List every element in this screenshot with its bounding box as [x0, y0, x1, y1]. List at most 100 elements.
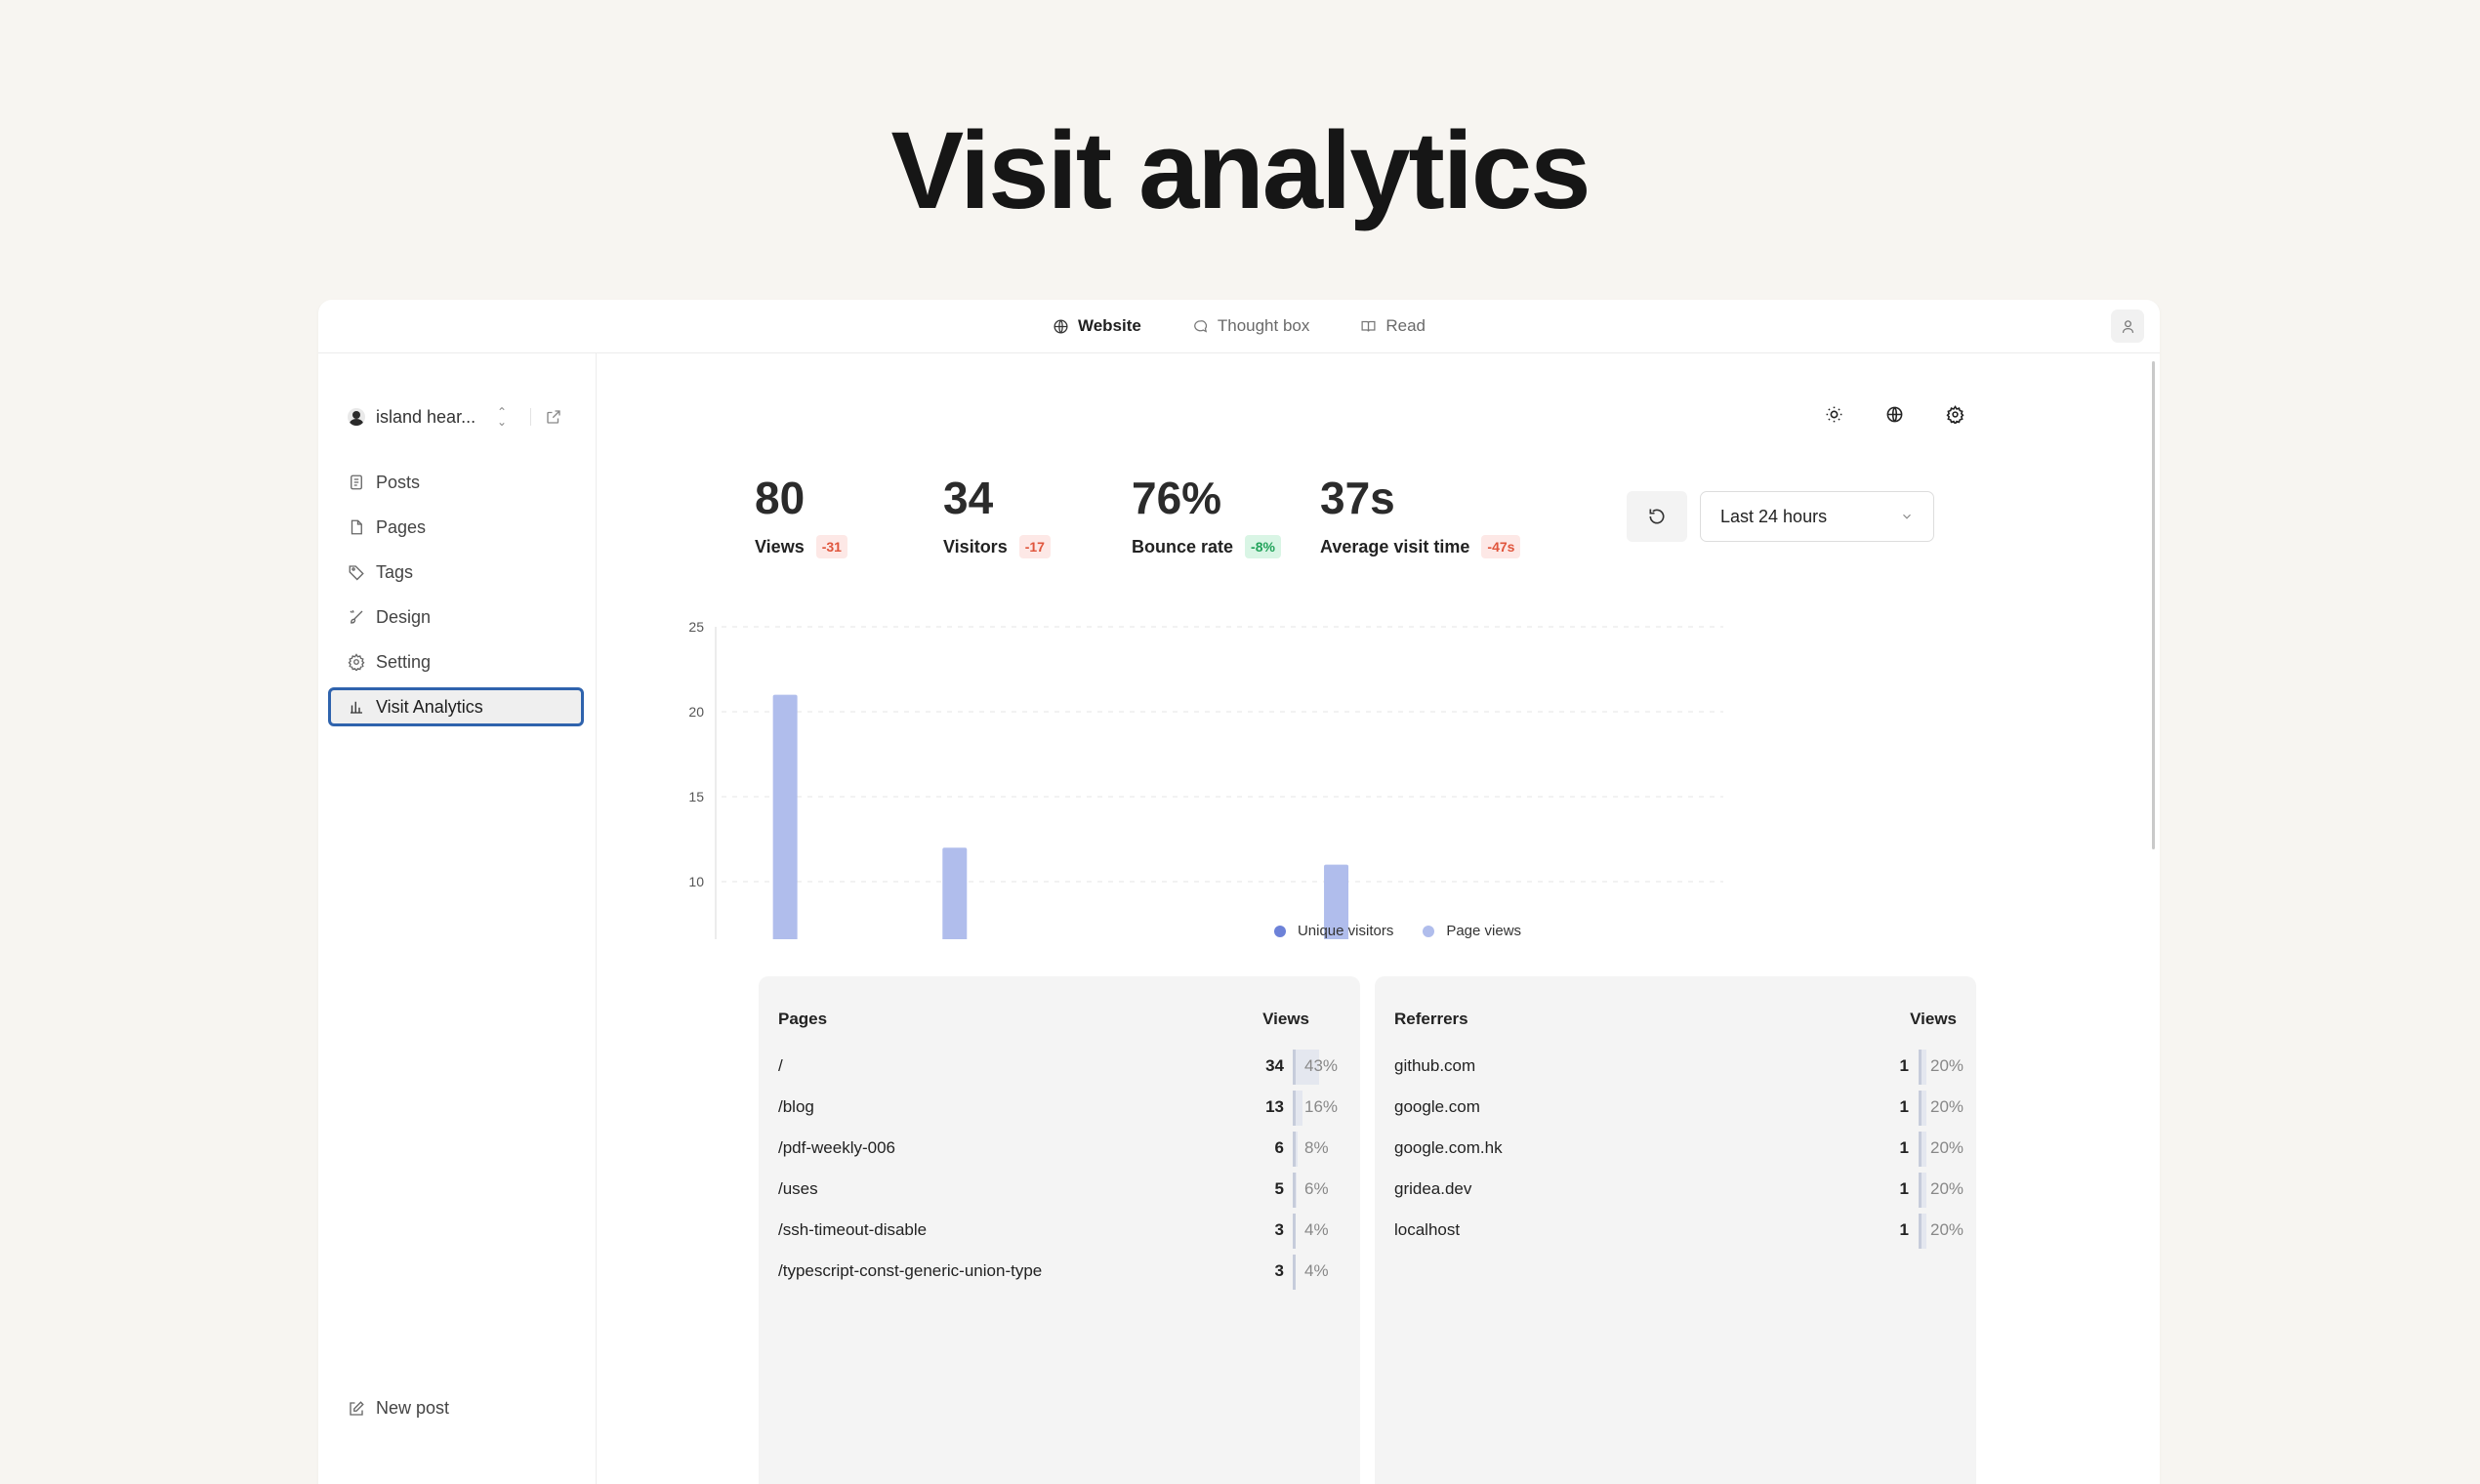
site-switcher[interactable]: island hear... ⌃ ⌄	[348, 402, 592, 432]
sidebar-item-label: Design	[376, 606, 432, 627]
row-count: 6	[1274, 1138, 1284, 1157]
panel-title: Referrers	[1394, 1010, 1468, 1028]
user-menu-button[interactable]	[2111, 309, 2144, 343]
app-window: Website Thought box Read island hear... …	[318, 300, 2160, 1484]
sidebar-item-tags[interactable]: Tags	[328, 553, 584, 592]
row-share-bar	[1293, 1173, 1297, 1208]
globe-icon	[1054, 318, 1068, 334]
row-share-bar	[1919, 1214, 1926, 1249]
book-icon	[1361, 320, 1376, 332]
sidebar-item-pages[interactable]: Pages	[328, 508, 584, 547]
row-percent: 20%	[1930, 1179, 1964, 1198]
external-link-icon[interactable]	[545, 408, 562, 426]
row-count: 1	[1899, 1220, 1909, 1239]
row-label: github.com	[1394, 1056, 1476, 1075]
y-tick-label: 25	[688, 619, 704, 635]
sidebar-menu: Posts Pages Tags Design Setting Visit An…	[328, 463, 584, 732]
sidebar-item-label: Pages	[376, 516, 427, 537]
row-count: 1	[1899, 1056, 1909, 1075]
row-percent: 20%	[1930, 1138, 1964, 1157]
row-label: /	[778, 1056, 783, 1075]
sidebar-item-posts[interactable]: Posts	[328, 463, 584, 502]
new-post-button[interactable]: New post	[348, 1398, 449, 1419]
row-share-bar	[1293, 1255, 1296, 1290]
row-label: /pdf-weekly-006	[778, 1138, 896, 1157]
row-label: google.com.hk	[1394, 1138, 1503, 1157]
panel-title: Pages	[778, 1010, 828, 1028]
tab-thought-box[interactable]: Thought box	[1192, 316, 1310, 336]
panel-views-label: Views	[1262, 1010, 1309, 1028]
divider	[530, 408, 532, 426]
bar-chart-icon	[351, 701, 362, 714]
row-percent: 4%	[1304, 1220, 1329, 1239]
tag-icon	[349, 565, 364, 581]
row-label: /typescript-const-generic-union-type	[778, 1261, 1043, 1280]
row-share-bar	[1919, 1091, 1926, 1126]
row-share-bar	[1919, 1050, 1926, 1085]
sidebar-item-label: Tags	[376, 561, 414, 582]
sidebar-item-label: Visit Analytics	[376, 696, 483, 717]
row-count: 13	[1265, 1097, 1284, 1116]
row-label: /ssh-timeout-disable	[778, 1220, 928, 1239]
tab-label: Website	[1077, 316, 1141, 335]
tab-website[interactable]: Website	[1053, 316, 1141, 336]
main-content: 80 Views -31 34 Visitors -17 76% Bounce ra…	[597, 353, 2160, 1484]
top-navigation: Website Thought box Read	[318, 300, 2160, 352]
bar-page-views	[772, 694, 798, 1051]
panel-header: Pages Views	[778, 1010, 1309, 1029]
row-percent: 6%	[1304, 1179, 1329, 1198]
edit-icon	[350, 1400, 364, 1416]
sidebar-item-design[interactable]: Design	[328, 598, 584, 637]
bubble-icon	[1193, 319, 1207, 333]
pages-panel: Pages Views / 34 43% /blog 13 16% /pdf-weekly-…	[759, 976, 1360, 1484]
y-tick-label: 20	[688, 704, 704, 720]
row-label: localhost	[1394, 1220, 1461, 1239]
row-percent: 20%	[1930, 1220, 1964, 1239]
row-share-bar	[1293, 1214, 1296, 1249]
chevron-up-down-icon: ⌃ ⌄	[497, 405, 508, 429]
legend-item-views[interactable]: Page views	[1423, 923, 1521, 939]
tab-label: Read	[1385, 316, 1426, 335]
legend-item-unique[interactable]: Unique visitors	[1273, 923, 1394, 939]
site-name: island hear...	[376, 406, 476, 427]
avatar	[348, 408, 365, 426]
referrers-panel: Referrers Views github.com 1 20% google.com…	[1375, 976, 1976, 1484]
document-icon	[351, 474, 362, 490]
row-count: 1	[1899, 1097, 1909, 1116]
sidebar-item-label: Setting	[376, 651, 432, 672]
sidebar: island hear... ⌃ ⌄ Posts Pages Tags Desig…	[318, 353, 597, 1484]
row-percent: 16%	[1304, 1097, 1339, 1116]
panel-views-label: Views	[1910, 1010, 1957, 1028]
sidebar-item-visit-analytics[interactable]: Visit Analytics	[328, 687, 584, 726]
top-bar: Website Thought box Read	[318, 300, 2160, 353]
settings-icon	[348, 653, 365, 671]
row-count: 5	[1274, 1179, 1284, 1198]
page-hero-title: Visit analytics	[890, 109, 1591, 231]
row-share-bar	[1293, 1091, 1302, 1126]
legend-dot	[1273, 925, 1286, 937]
row-count: 3	[1274, 1220, 1284, 1239]
row-label: gridea.dev	[1394, 1179, 1472, 1198]
row-count: 1	[1899, 1179, 1909, 1198]
sidebar-item-setting[interactable]: Setting	[328, 642, 584, 681]
sidebar-item-label: Posts	[376, 472, 421, 492]
row-percent: 20%	[1930, 1097, 1964, 1116]
legend-label: Unique visitors	[1297, 923, 1394, 939]
row-count: 1	[1899, 1138, 1909, 1157]
user-icon	[2122, 319, 2133, 333]
y-tick-label: 15	[688, 789, 704, 804]
tab-read[interactable]: Read	[1360, 316, 1426, 336]
row-percent: 4%	[1304, 1261, 1329, 1280]
brush-icon	[350, 610, 363, 624]
row-label: google.com	[1394, 1097, 1480, 1116]
tab-label: Thought box	[1217, 316, 1310, 335]
row-share-bar	[1293, 1132, 1298, 1167]
row-share-bar	[1919, 1173, 1926, 1208]
chart-legend: Unique visitors Page views	[597, 923, 2160, 939]
row-percent: 20%	[1930, 1056, 1964, 1075]
y-tick-label: 10	[688, 874, 704, 889]
row-count: 34	[1265, 1056, 1284, 1075]
row-label: /uses	[778, 1179, 818, 1198]
legend-dot	[1423, 925, 1435, 937]
row-count: 3	[1274, 1261, 1284, 1280]
